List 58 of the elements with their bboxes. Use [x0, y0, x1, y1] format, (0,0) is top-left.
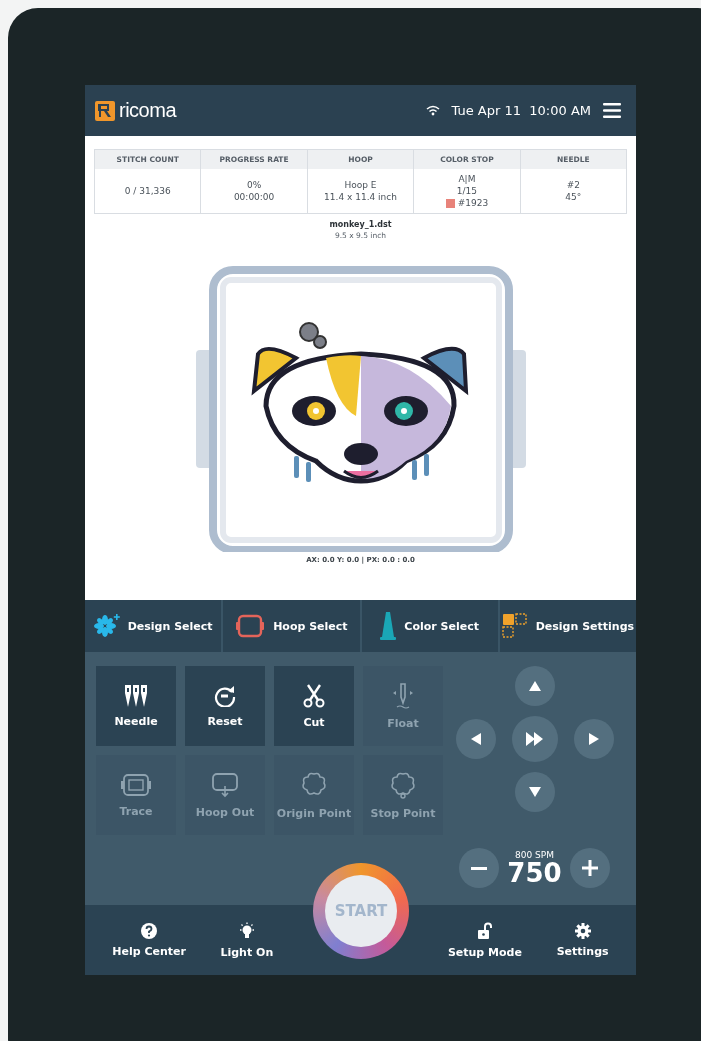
table-cell: #2	[566, 180, 580, 190]
table-cell: 00:00:00	[233, 192, 275, 202]
menu-icon[interactable]	[603, 103, 621, 118]
decrease-speed-button[interactable]	[459, 848, 500, 888]
up-arrow-icon	[528, 681, 541, 691]
up-arrow-button[interactable]	[514, 666, 555, 706]
help-icon	[141, 922, 158, 939]
needles-icon	[124, 684, 148, 707]
tab[interactable]: Color Select	[361, 600, 498, 652]
bottom-bar-button[interactable]: Light On	[216, 905, 278, 975]
tab[interactable]: Hoop Select	[223, 600, 360, 652]
hoop-out-icon	[211, 771, 239, 798]
speed-value: 750	[507, 860, 562, 886]
rotate-icon	[214, 684, 236, 707]
brand-name: ricoma	[119, 99, 176, 122]
hoop-trace-icon	[120, 772, 152, 797]
fast-forward-button[interactable]	[511, 716, 558, 762]
logo-icon	[95, 100, 115, 121]
hoop-icon	[235, 614, 266, 638]
file-name: monkey_1.dst	[329, 220, 392, 229]
table-cell: 0%	[246, 180, 262, 190]
table-cell: 45°	[565, 192, 582, 202]
tool-button[interactable]: Needle	[96, 666, 176, 746]
scissors-icon	[303, 683, 325, 708]
color-code: #1923	[457, 198, 489, 208]
tool-button[interactable]: Cut	[274, 666, 354, 746]
layout-squares-icon	[501, 613, 528, 639]
unlocked-padlock-icon	[476, 921, 493, 940]
needle-icon	[391, 682, 415, 709]
table-cell: 0 / 31,336	[124, 186, 171, 196]
tab[interactable]: Design Select	[85, 600, 222, 652]
tab[interactable]: Design Settings	[499, 600, 636, 652]
table-cell: 1/15	[456, 186, 478, 196]
table-cell: 11.4 x 11.4 inch	[324, 192, 397, 202]
light-bulb-icon	[237, 921, 256, 940]
settings-icon	[574, 922, 591, 939]
plus-icon	[581, 860, 598, 876]
bottom-bar-button[interactable]: Settings	[552, 905, 613, 975]
snowflake-icon	[93, 614, 120, 638]
max-speed-label: 800 SPM	[515, 850, 554, 860]
bottom-bar-button[interactable]: Setup Mode	[443, 905, 526, 975]
tool-button[interactable]: Reset	[185, 666, 265, 746]
thread-spool-icon	[380, 612, 397, 640]
table-cell: Hoop E	[344, 180, 377, 190]
left-arrow-icon	[470, 733, 481, 745]
down-arrow-button[interactable]	[514, 772, 555, 812]
fast-forward-icon	[525, 732, 544, 746]
right-arrow-button[interactable]	[573, 719, 614, 759]
date-time: Tue Apr 11 10:00 AM	[451, 103, 591, 118]
minus-icon	[471, 866, 488, 870]
table-cell: A|M	[458, 174, 476, 184]
down-arrow-icon	[528, 787, 541, 797]
wifi-icon	[425, 105, 440, 116]
increase-speed-button[interactable]	[569, 848, 610, 888]
left-arrow-button[interactable]	[455, 719, 496, 759]
flower-outline-icon	[390, 770, 416, 799]
right-arrow-icon	[588, 733, 599, 745]
bottom-bar-button[interactable]: Help Center	[108, 905, 190, 975]
